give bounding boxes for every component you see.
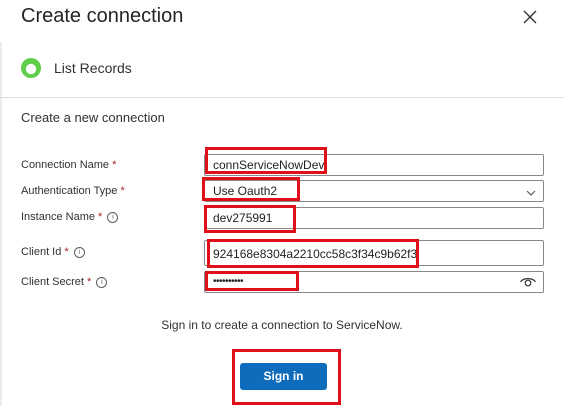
section-title: Create a new connection: [21, 110, 165, 125]
highlight-auth-type: [202, 177, 300, 201]
dialog-title: Create connection: [21, 5, 184, 27]
sign-in-hint: Sign in to create a connection to Servic…: [161, 318, 403, 332]
client-id-label: Client Id * i: [21, 246, 85, 258]
sign-in-button[interactable]: Sign in: [240, 363, 327, 390]
eye-icon[interactable]: [519, 274, 537, 290]
client-secret-label: Client Secret * i: [21, 276, 108, 288]
instance-name-label: Instance Name * i: [21, 211, 119, 223]
info-icon[interactable]: i: [107, 211, 119, 223]
close-icon[interactable]: [519, 6, 541, 28]
auth-type-label: Authentication Type *: [21, 185, 125, 197]
action-name: List Records: [54, 60, 132, 76]
required-marker: *: [98, 211, 103, 223]
required-marker: *: [64, 246, 69, 258]
chevron-down-icon[interactable]: [525, 185, 537, 197]
required-marker: *: [112, 159, 117, 171]
connection-name-label: Connection Name *: [21, 159, 117, 171]
highlight-connection-name: [205, 147, 327, 174]
required-marker: *: [120, 185, 125, 197]
info-icon[interactable]: i: [73, 246, 85, 258]
info-icon[interactable]: i: [96, 276, 108, 288]
highlight-instance-name: [204, 205, 296, 233]
highlight-client-id: [207, 239, 419, 268]
divider: [0, 97, 564, 98]
highlight-client-secret: [205, 271, 299, 291]
servicenow-icon: [20, 57, 42, 79]
required-marker: *: [87, 276, 92, 288]
